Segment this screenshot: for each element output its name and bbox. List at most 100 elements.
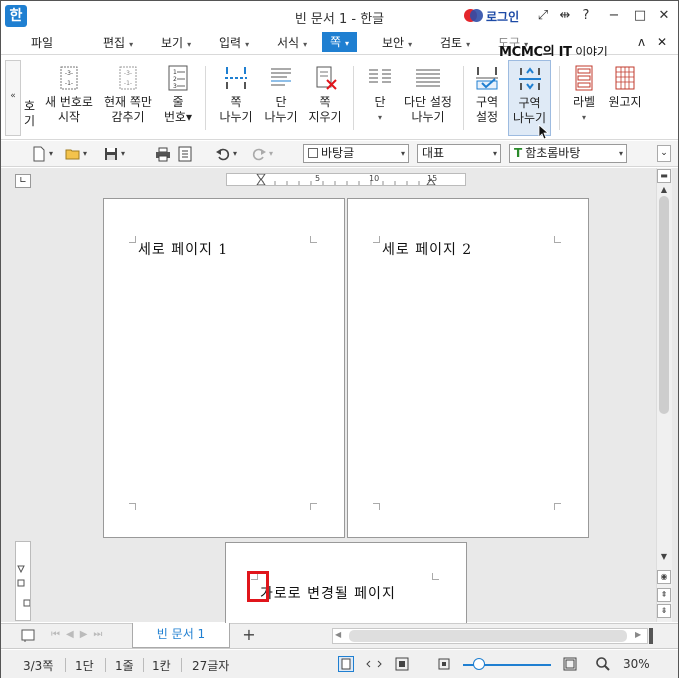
status-separator [105,658,106,672]
horizontal-ruler[interactable]: 5 10 15 [226,173,466,186]
save-icon[interactable] [103,146,119,162]
select-browse-object-icon[interactable]: ◉ [657,570,671,584]
page-text[interactable]: 세로 페이지 2 [382,239,472,259]
page-2[interactable]: 세로 페이지 2 [347,198,589,538]
redo-dropdown-icon[interactable]: ▾ [269,149,273,158]
zoom-slider-knob[interactable] [473,658,485,670]
next-page-icon[interactable]: ⇟ [657,604,671,618]
collapse-ribbon-icon[interactable]: ʌ [638,35,645,49]
scroll-down-icon[interactable]: ▼ [657,551,671,565]
zoom-in-icon[interactable] [563,657,577,671]
page-text[interactable]: 세로 페이지 1 [138,239,228,259]
new-document-icon[interactable] [31,146,47,162]
crop-mark [129,236,136,243]
magnifier-icon[interactable] [595,656,611,672]
vertical-ruler[interactable] [15,541,31,621]
vertical-scroll-thumb[interactable] [659,196,669,414]
maximize-button[interactable]: □ [631,7,649,25]
label-button[interactable]: 라벨 ▾ [565,60,603,136]
open-dropdown-icon[interactable]: ▾ [83,149,87,158]
status-separator [143,658,144,672]
close-doc-icon[interactable]: ✕ [657,35,667,49]
print-icon[interactable] [155,146,171,162]
ribbon-scroll-left-button[interactable]: « [5,60,21,136]
redo-icon[interactable] [251,146,267,162]
font-select[interactable]: T 함초롬바탕 ▾ [509,144,627,163]
menu-review[interactable]: 검토 ▾ [440,34,470,51]
status-line[interactable]: 1줄 [115,657,134,674]
help-icon[interactable]: ? [577,7,595,25]
crop-mark [310,503,317,510]
menu-security[interactable]: 보안 ▾ [382,34,412,51]
line-number-button[interactable]: 123 줄 번호▾ [159,60,197,136]
ruler-tick-label: 10 [369,174,380,183]
column-break-button[interactable]: 단 나누기 [259,60,303,136]
status-separator [65,658,66,672]
status-column[interactable]: 1단 [75,657,94,674]
scroll-split-icon[interactable]: ▬ [657,169,671,183]
font-language-select[interactable]: 대표 ▾ [417,144,501,163]
page-text[interactable]: 가로로 변경될 페이지 [260,583,396,603]
multi-column-break-button[interactable]: 다단 설정 나누기 [399,60,457,136]
hide-current-page-button[interactable]: -3- -1- 현재 쪽만 감추기 [101,60,155,136]
section-setup-icon [473,64,501,92]
delete-page-button[interactable]: 쪽 지우기 [303,60,347,136]
font-type-icon: T [514,146,523,160]
menu-page[interactable]: 쪽 ▾ [322,32,358,52]
scroll-left-icon[interactable]: ◀ [335,630,341,639]
delete-page-icon [311,64,339,92]
zoom-out-icon[interactable] [438,658,450,670]
print-preview-icon[interactable] [177,146,193,162]
ribbon-cut-label: 호기 [23,99,35,128]
page-break-button[interactable]: 쪽 나누기 [213,60,259,136]
split-handle[interactable] [649,628,653,644]
menu-file[interactable]: 파일 [31,34,53,51]
new-number-start-button[interactable]: -3- -1- 새 번호로 시작 [41,60,97,136]
section-break-icon [516,65,544,93]
tab-stop-selector[interactable]: ∟ [15,174,31,188]
menu-view[interactable]: 보기 ▾ [161,34,191,51]
horizontal-scroll-thumb[interactable] [349,630,627,642]
full-page-icon[interactable] [394,656,410,672]
close-button[interactable]: ✕ [655,7,673,25]
undo-icon[interactable] [215,146,231,162]
previous-page-icon[interactable]: ⇞ [657,588,671,602]
minimize-button[interactable]: − [605,7,623,25]
menu-edit[interactable]: 편집 ▾ [103,34,133,51]
add-tab-button[interactable]: + [239,625,259,645]
tab-list-icon[interactable] [21,629,35,643]
menu-format[interactable]: 서식 ▾ [277,34,307,51]
style-select[interactable]: 바탕글 ▾ [303,144,409,163]
section-setup-button[interactable]: 구역 설정 [467,60,507,136]
open-folder-icon[interactable] [65,146,81,162]
ruler-tick-label: 5 [315,174,321,183]
manuscript-paper-button[interactable]: 원고지 [605,60,645,136]
multi-column-icon [414,64,442,92]
tab-navigation-icons[interactable]: ⏮◀▶⏭ [51,629,108,640]
page-1[interactable]: 세로 페이지 1 [103,198,345,538]
fit-width-icon[interactable] [366,656,382,672]
line-number-icon: 123 [164,64,192,92]
menu-insert[interactable]: 입력 ▾ [219,34,249,51]
fullscreen-icon[interactable]: ⤢ [534,7,552,25]
status-page[interactable]: 3/3쪽 [23,657,53,674]
page-view-icon[interactable] [338,656,354,672]
ribbon-separator [205,66,206,130]
new-dropdown-icon[interactable]: ▾ [49,149,53,158]
zoom-level[interactable]: 30% [623,657,650,671]
status-char-count[interactable]: 27글자 [192,657,229,674]
resize-icon[interactable]: ⇹ [556,7,574,25]
toolbar-expand-button[interactable]: ⌄ [657,145,671,162]
columns-button[interactable]: 단 ▾ [361,60,399,136]
scroll-right-icon[interactable]: ▶ [635,630,641,639]
undo-dropdown-icon[interactable]: ▾ [233,149,237,158]
save-dropdown-icon[interactable]: ▾ [121,149,125,158]
tab-document-1[interactable]: 빈 문서 1 [132,623,230,648]
svg-text:-1-: -1- [65,80,73,87]
login-link[interactable]: 로그인 [486,8,519,25]
highlight-box [247,571,269,602]
crop-mark [310,236,317,243]
status-col[interactable]: 1칸 [152,657,171,674]
login-icon[interactable] [464,9,483,22]
svg-text:-1-: -1- [124,80,132,87]
